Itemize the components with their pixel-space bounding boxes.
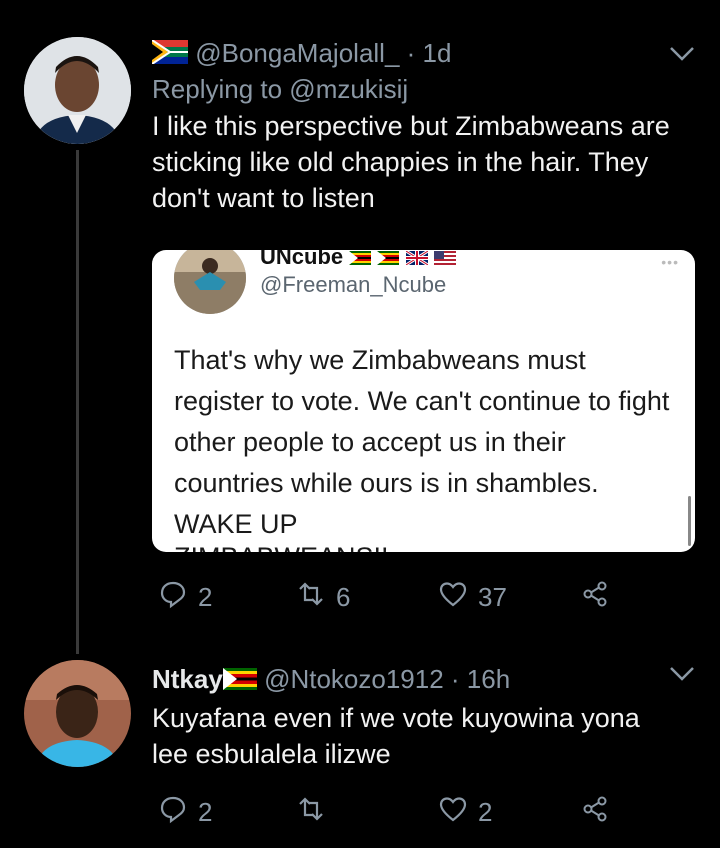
thread-line — [76, 150, 79, 654]
tweet-text: I like this perspective but Zimbabweans … — [152, 111, 670, 214]
like-icon — [438, 794, 468, 831]
reply-count: 2 — [198, 581, 213, 612]
tweet-handle[interactable]: @BongaMajolall_ — [195, 38, 399, 68]
chevron-down-icon[interactable] — [668, 44, 696, 64]
tweet-actions: 2 2 — [152, 792, 622, 832]
uk-flag-icon — [404, 250, 429, 271]
card-scrollbar — [688, 496, 691, 546]
like-icon — [438, 579, 468, 616]
share-icon — [580, 579, 610, 616]
quoted-image-card[interactable]: UNcube @Freeman_Ncube ••• That's why we … — [152, 250, 695, 552]
avatar[interactable] — [24, 37, 131, 144]
card-avatar — [174, 250, 246, 314]
reply-icon — [158, 579, 188, 616]
card-text: That's why we Zimbabweans must register … — [174, 345, 670, 539]
card-handle: @Freeman_Ncube — [260, 272, 447, 297]
replying-to[interactable]: Replying to @mzukisij — [152, 72, 672, 106]
card-cut-text: ZIMBABWEANS!! — [174, 542, 389, 552]
retweet-icon — [296, 794, 326, 831]
like-button[interactable]: 2 — [438, 794, 492, 831]
tweet-2[interactable]: Ntkay @Ntokozo1912 · 16h Kuyafana even i… — [152, 662, 682, 772]
tweet-header: Ntkay @Ntokozo1912 · 16h — [152, 662, 682, 698]
tweet-handle[interactable]: @Ntokozo1912 — [264, 664, 444, 694]
share-button[interactable] — [580, 579, 610, 616]
zimbabwe-flag-icon — [222, 664, 257, 698]
tweet-time[interactable]: · 1d — [407, 38, 452, 68]
tweet-actions: 2 6 37 — [152, 577, 622, 617]
south-africa-flag-icon — [151, 38, 188, 72]
chevron-down-icon[interactable] — [668, 664, 696, 684]
zimbabwe-flag-icon — [377, 250, 400, 271]
tweet-header: @BongaMajolall_ · 1d — [151, 36, 672, 72]
retweet-button[interactable] — [296, 794, 336, 831]
zimbabwe-flag-icon — [349, 250, 372, 271]
like-count: 37 — [478, 581, 507, 612]
reply-button[interactable]: 2 — [158, 794, 212, 831]
reply-button[interactable]: 2 — [158, 579, 212, 616]
tweet-display-name[interactable]: Ntkay — [152, 664, 223, 694]
tweet-text: Kuyafana even if we vote kuyowina yona l… — [152, 703, 640, 770]
retweet-button[interactable]: 6 — [296, 579, 350, 616]
like-count: 2 — [478, 796, 493, 827]
avatar[interactable] — [24, 660, 131, 767]
us-flag-icon — [433, 250, 456, 271]
share-icon — [580, 794, 610, 831]
tweet-1[interactable]: @BongaMajolall_ · 1d Replying to @mzukis… — [151, 36, 672, 216]
card-name: UNcube — [260, 250, 456, 271]
share-button[interactable] — [580, 794, 610, 831]
tweet-time[interactable]: · 16h — [451, 664, 510, 694]
reply-icon — [158, 794, 188, 831]
like-button[interactable]: 37 — [438, 579, 507, 616]
retweet-icon — [296, 579, 326, 616]
more-dots-icon: ••• — [661, 254, 679, 270]
reply-count: 2 — [198, 796, 213, 827]
retweet-count: 6 — [336, 581, 351, 612]
